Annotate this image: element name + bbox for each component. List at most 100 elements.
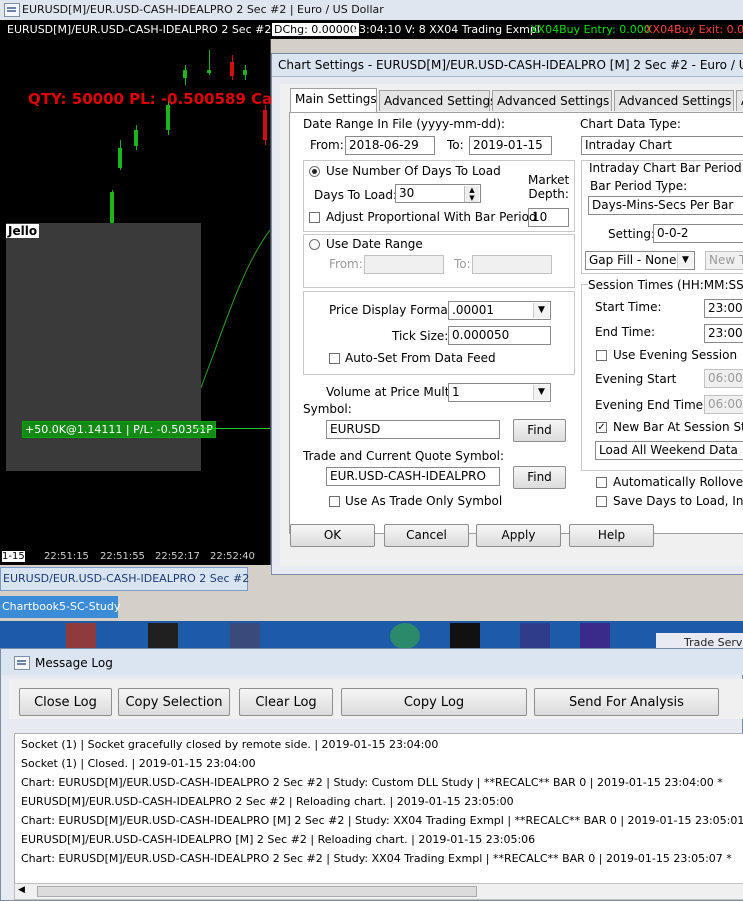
- adjust-label: Adjust Proportional With Bar Period: [326, 210, 537, 224]
- app-icon[interactable]: [66, 623, 96, 649]
- gap-fill-select[interactable]: Gap Fill - None ▼: [585, 251, 695, 270]
- tab-advanced-settings-3[interactable]: Advanced Settings 3: [614, 90, 743, 111]
- chartbook-tab[interactable]: Chartbook5-SC-Study: [0, 596, 120, 618]
- spin-down-icon[interactable]: ▼: [464, 194, 479, 202]
- auto-rollover-label: Automatically Rollover F: [613, 475, 743, 489]
- use-date-range-label: Use Date Range: [326, 237, 423, 251]
- dialog-title: Chart Settings - EURUSD[M]/EUR.USD-CASH-…: [278, 58, 743, 72]
- auto-rollover-checkbox[interactable]: [596, 477, 607, 488]
- scrollbar-thumb[interactable]: [37, 886, 477, 897]
- price-format-value: .00001: [452, 303, 494, 317]
- app-icon[interactable]: [230, 623, 260, 649]
- days-to-load-value: 30: [399, 186, 415, 200]
- start-time-label: Start Time:: [595, 300, 662, 314]
- time-volume: 23:04:10 V: 8 XX04 Trading Exmpl: [352, 23, 540, 36]
- session-label: Session Times (HH:MM:SS): [588, 278, 743, 292]
- window-titlebar: EURUSD[M]/EUR.USD-CASH-IDEALPRO 2 Sec #2…: [0, 0, 743, 21]
- chart-tab-label: EURUSD/EUR.USD-CASH-IDEALPRO 2 Sec #2: [3, 572, 250, 585]
- date-range-label: Date Range In File (yyyy-mm-dd):: [303, 117, 506, 131]
- bar-setting-input[interactable]: 0-0-2: [653, 224, 743, 243]
- find-symbol-button[interactable]: Find: [513, 419, 566, 442]
- tab-advanced-settings-2[interactable]: Advanced Settings 2: [492, 90, 621, 111]
- tab-main-settings[interactable]: Main Settings: [290, 88, 377, 112]
- app-icon[interactable]: [390, 623, 420, 649]
- bar-period-type-select[interactable]: Days-Mins-Secs Per Bar: [588, 196, 743, 215]
- use-evening-label: Use Evening Session: [613, 348, 738, 362]
- candle: [110, 192, 114, 226]
- dr-from-label: From:: [329, 257, 363, 271]
- intraday-bar-label: Intraday Chart Bar Period:: [589, 161, 743, 175]
- gap-fill-value: Gap Fill - None: [589, 253, 677, 267]
- symbol-input[interactable]: EURUSD: [326, 420, 500, 439]
- bar-period-type-label: Bar Period Type:: [590, 179, 688, 193]
- app-icon[interactable]: [580, 623, 610, 649]
- cancel-button[interactable]: Cancel: [384, 524, 469, 547]
- scroll-left-icon[interactable]: ◀: [18, 885, 25, 895]
- apply-button[interactable]: Apply: [476, 524, 561, 547]
- candle: [207, 70, 211, 73]
- log-text-area[interactable]: Socket (1) | Socket gracefully closed by…: [14, 733, 743, 885]
- candle: [166, 105, 170, 130]
- tick-size-label: Tick Size:: [392, 329, 449, 343]
- to-date-input[interactable]: 2019-01-15: [469, 136, 552, 155]
- dialog-titlebar[interactable]: Chart Settings - EURUSD[M]/EUR.USD-CASH-…: [272, 54, 743, 77]
- copy-log-button[interactable]: Copy Log: [341, 688, 527, 716]
- copy-selection-button[interactable]: Copy Selection: [118, 688, 230, 716]
- chevron-down-icon: ▼: [533, 303, 549, 318]
- volume-mult-label: Volume at Price Mult.:: [326, 385, 458, 399]
- volume-mult-select[interactable]: 1 ▼: [448, 383, 551, 402]
- close-log-button[interactable]: Close Log: [19, 688, 112, 716]
- from-date-input[interactable]: 2018-06-29: [345, 136, 435, 155]
- trade-only-checkbox[interactable]: [329, 496, 340, 507]
- log-titlebar[interactable]: Message Log: [1, 649, 743, 675]
- use-date-range-radio[interactable]: [309, 239, 320, 250]
- weekend-select[interactable]: Load All Weekend Data: [595, 441, 743, 460]
- save-days-checkbox[interactable]: [596, 496, 607, 507]
- find-trade-symbol-button[interactable]: Find: [513, 466, 566, 489]
- days-to-load-input[interactable]: 30 ▲ ▼: [395, 184, 481, 203]
- to-label: To:: [447, 138, 464, 152]
- new-bar-checkbox[interactable]: ✓: [596, 422, 607, 433]
- chevron-down-icon: ▼: [677, 253, 693, 268]
- dchg-value: DChg: 0.00000: [272, 23, 359, 36]
- auto-set-label: Auto-Set From Data Feed: [345, 351, 496, 365]
- app-icon[interactable]: [450, 623, 480, 649]
- adjust-checkbox[interactable]: [309, 212, 320, 223]
- log-line: Socket (1) | Socket gracefully closed by…: [21, 738, 439, 751]
- auto-set-checkbox[interactable]: [329, 353, 340, 364]
- end-time-input[interactable]: 23:00:0: [704, 324, 743, 343]
- horizontal-scrollbar[interactable]: ◀: [14, 883, 743, 900]
- trade-symbol-input[interactable]: EUR.USD-CASH-IDEALPRO: [326, 467, 500, 486]
- use-days-label: Use Number Of Days To Load: [326, 164, 501, 178]
- log-line: Chart: EURUSD[M]/EUR.USD-CASH-IDEALPRO 2…: [21, 852, 732, 865]
- setting-label: Setting:: [608, 227, 656, 241]
- price-format-select[interactable]: .00001 ▼: [448, 301, 551, 320]
- log-line: EURUSD[M]/EUR.USD-CASH-IDEALPRO [M] 2 Se…: [21, 833, 536, 846]
- spin-up-icon[interactable]: ▲: [464, 186, 479, 194]
- start-time-input[interactable]: 23:00:0: [704, 299, 743, 318]
- tab-advanced-settings[interactable]: Advanced Settings: [379, 90, 496, 111]
- send-for-analysis-button[interactable]: Send For Analysis: [534, 688, 719, 716]
- candle: [118, 148, 122, 168]
- app-icon[interactable]: [520, 623, 550, 649]
- log-line: Chart: EURUSD[M]/EUR.USD-CASH-IDEALPRO […: [21, 814, 743, 827]
- chart-window-tab[interactable]: EURUSD/EUR.USD-CASH-IDEALPRO 2 Sec #2: [0, 567, 250, 591]
- help-button[interactable]: Help: [569, 524, 654, 547]
- log-line: EURUSD[M]/EUR.USD-CASH-IDEALPRO 2 Sec #2…: [21, 795, 514, 808]
- chevron-down-icon: ▼: [533, 385, 549, 400]
- ok-button[interactable]: OK: [290, 524, 375, 547]
- chart-data-type-select[interactable]: Intraday Chart: [581, 136, 743, 155]
- message-log-window: Message Log Close Log Copy Selection Cle…: [0, 648, 743, 901]
- use-evening-checkbox[interactable]: [596, 350, 607, 361]
- buy-entry: XX04Buy Entry: 0.000: [530, 23, 651, 36]
- tick-size-input[interactable]: 0.000050: [448, 326, 551, 345]
- time-label: 22:52:17: [155, 551, 200, 562]
- candle: [134, 130, 138, 146]
- clear-log-button[interactable]: Clear Log: [239, 688, 333, 716]
- use-days-radio[interactable]: [309, 166, 320, 177]
- evening-start-label: Evening Start: [595, 372, 677, 386]
- dr-to-label: To:: [454, 257, 471, 271]
- market-depth-label: Market Depth:: [528, 173, 570, 201]
- app-icon[interactable]: [148, 623, 178, 649]
- tab-more[interactable]: A: [736, 90, 743, 111]
